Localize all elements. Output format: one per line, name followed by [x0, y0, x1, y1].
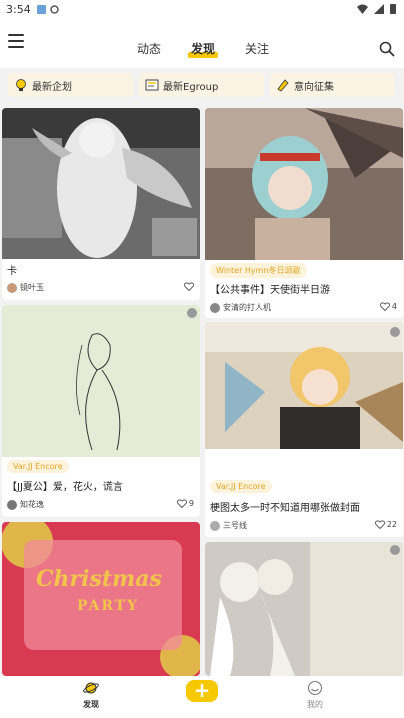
like-button[interactable]	[184, 282, 194, 291]
like-button[interactable]: 9	[176, 499, 194, 508]
like-count: 22	[386, 520, 397, 529]
post-title: 卡	[7, 266, 17, 277]
post-author[interactable]: 安清的打人机	[210, 302, 271, 313]
notification-icon	[36, 4, 46, 14]
post-card[interactable]	[205, 542, 403, 676]
profile-icon	[307, 680, 323, 696]
status-bar: 3:54	[0, 0, 404, 18]
search-icon[interactable]	[379, 41, 395, 57]
bottom-nav: 发现 + 我的	[0, 676, 404, 718]
like-button[interactable]: 22	[374, 520, 397, 529]
category-label: 意向征集	[294, 81, 334, 93]
nav-discover[interactable]: 发现	[71, 680, 111, 710]
post-title: 梗图太多一时不知道用哪张做封面	[210, 503, 360, 514]
status-time: 3:54	[6, 2, 31, 16]
post-card[interactable]: Var.JJ Encore 梗图太多一时不知道用哪张做封面 三号线 22	[205, 322, 403, 537]
post-card[interactable]: 卡 镜叶玉	[2, 108, 200, 300]
like-count: 4	[391, 302, 397, 311]
category-label: 最新企划	[32, 81, 72, 93]
tab-dynamic[interactable]: 动态	[137, 40, 161, 57]
like-count: 9	[188, 499, 194, 508]
heart-icon	[374, 520, 385, 529]
group-icon	[145, 79, 159, 91]
heart-icon	[176, 499, 187, 508]
image-text-party: PARTY	[77, 598, 140, 614]
battery-icon	[390, 4, 396, 14]
post-image	[205, 322, 403, 449]
category-latest-egroup[interactable]: 最新Egroup	[139, 73, 264, 97]
event-tag[interactable]: Var.JJ Encore	[7, 460, 69, 473]
category-latest-project[interactable]: 最新企划	[8, 73, 133, 97]
heart-icon	[379, 302, 390, 311]
post-image	[205, 542, 403, 676]
category-label: 最新Egroup	[163, 81, 219, 93]
post-title: 【公共事件】天使街半日游	[210, 285, 330, 296]
tab-discover[interactable]: 发现	[188, 40, 219, 58]
post-image	[2, 108, 200, 259]
post-card[interactable]: Christmas PARTY	[2, 522, 200, 676]
post-title: 【JJ夏公】爱，花火，谎言	[7, 482, 123, 493]
post-card[interactable]: Winter Hymn冬日颂歌 【公共事件】天使街半日游 安清的打人机 4	[205, 108, 403, 318]
sync-icon	[49, 4, 59, 14]
post-card[interactable]: Var.JJ Encore 【JJ夏公】爱，花火，谎言 知花逸 9	[2, 305, 200, 517]
post-author[interactable]: 知花逸	[7, 499, 44, 510]
signal-icon	[374, 3, 384, 14]
nav-discover-label: 发现	[83, 700, 99, 709]
add-button[interactable]: +	[186, 680, 218, 702]
post-image	[205, 108, 403, 260]
post-author[interactable]: 三号线	[210, 520, 247, 531]
post-author[interactable]: 镜叶玉	[7, 282, 44, 293]
tab-follow[interactable]: 关注	[245, 40, 269, 57]
avatar	[210, 302, 220, 313]
image-text-christmas: Christmas	[36, 566, 162, 592]
heart-icon	[184, 282, 194, 291]
event-tag[interactable]: Var.JJ Encore	[210, 480, 272, 493]
wifi-icon	[357, 4, 368, 14]
like-button[interactable]: 4	[379, 302, 397, 311]
planet-icon	[83, 682, 99, 694]
post-image	[2, 305, 200, 457]
avatar	[7, 499, 17, 510]
top-bar: 动态 发现 关注	[0, 18, 404, 68]
category-bar: 最新企划 最新Egroup 意向征集	[0, 68, 404, 104]
nav-mine[interactable]: 我的	[295, 680, 335, 710]
header-tabs: 动态 发现 关注	[0, 18, 404, 68]
nav-mine-label: 我的	[307, 700, 323, 709]
event-tag[interactable]: Winter Hymn冬日颂歌	[210, 263, 307, 278]
avatar	[7, 282, 17, 293]
avatar	[210, 520, 220, 531]
category-intent-collect[interactable]: 意向征集	[270, 73, 395, 97]
idea-icon	[16, 79, 26, 91]
form-icon	[277, 79, 289, 92]
